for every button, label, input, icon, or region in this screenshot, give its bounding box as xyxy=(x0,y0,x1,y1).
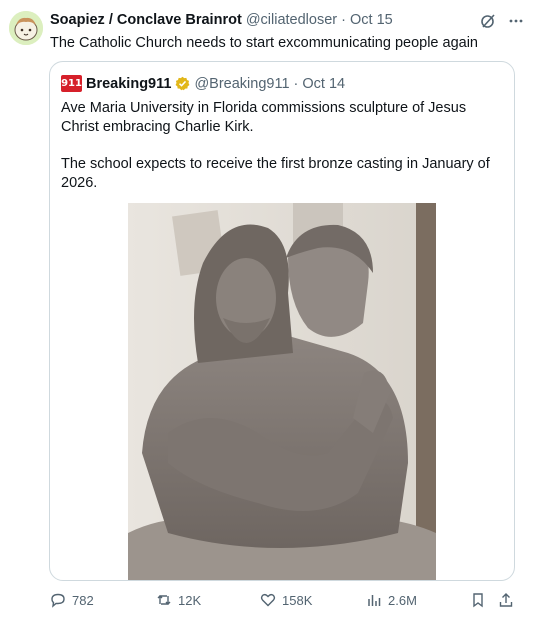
more-icon[interactable] xyxy=(507,12,525,30)
avatar[interactable] xyxy=(9,11,43,45)
views-button[interactable]: 2.6M xyxy=(366,592,417,608)
tweet-text: The Catholic Church needs to start excom… xyxy=(50,35,478,51)
quoted-tweet[interactable]: 911 Breaking911 @Breaking911 · Oct 14 Av… xyxy=(49,61,515,581)
author-handle[interactable]: @ciliatedloser xyxy=(246,12,337,28)
quoted-author-handle[interactable]: @Breaking911 xyxy=(194,76,289,92)
bookmark-icon xyxy=(473,593,483,608)
heart-icon xyxy=(260,593,276,607)
header-separator: · xyxy=(341,12,346,28)
avatar-image xyxy=(9,11,43,45)
grok-icon[interactable] xyxy=(479,12,497,30)
quoted-author-name[interactable]: Breaking911 xyxy=(86,76,171,92)
action-bar: 782 12K 158K 2.6M xyxy=(50,592,520,612)
like-button[interactable]: 158K xyxy=(260,592,312,608)
share-icon xyxy=(499,593,513,607)
reply-icon xyxy=(51,593,65,608)
repost-count: 12K xyxy=(178,592,202,608)
quoted-separator: · xyxy=(293,75,299,92)
quoted-tweet-text: Ave Maria University in Florida commissi… xyxy=(61,99,501,211)
bookmark-button[interactable] xyxy=(470,592,486,608)
author-name[interactable]: Soapiez / Conclave Brainrot xyxy=(50,12,242,28)
sculpture-image[interactable] xyxy=(128,203,436,580)
reply-button[interactable]: 782 xyxy=(50,592,94,608)
like-count: 158K xyxy=(282,592,313,608)
views-icon xyxy=(368,595,381,606)
reply-count: 782 xyxy=(72,592,94,608)
views-count: 2.6M xyxy=(388,592,417,608)
tweet-date[interactable]: Oct 15 xyxy=(350,12,393,28)
tweet-header: Soapiez / Conclave Brainrot @ciliatedlos… xyxy=(50,12,525,32)
tweet[interactable]: Soapiez / Conclave Brainrot @ciliatedlos… xyxy=(0,0,539,622)
quoted-paragraph-2: The school expects to receive the first … xyxy=(61,156,490,191)
share-button[interactable] xyxy=(498,592,514,608)
quoted-paragraph-1: Ave Maria University in Florida commissi… xyxy=(61,100,467,135)
verified-badge-icon xyxy=(176,76,190,91)
repost-button[interactable]: 12K xyxy=(156,592,201,608)
quoted-date[interactable]: Oct 14 xyxy=(302,76,345,92)
breaking911-logo[interactable]: 911 xyxy=(61,75,82,92)
quoted-tweet-header: 911 Breaking911 @Breaking911 · Oct 14 xyxy=(61,75,345,92)
repost-icon xyxy=(157,595,171,605)
